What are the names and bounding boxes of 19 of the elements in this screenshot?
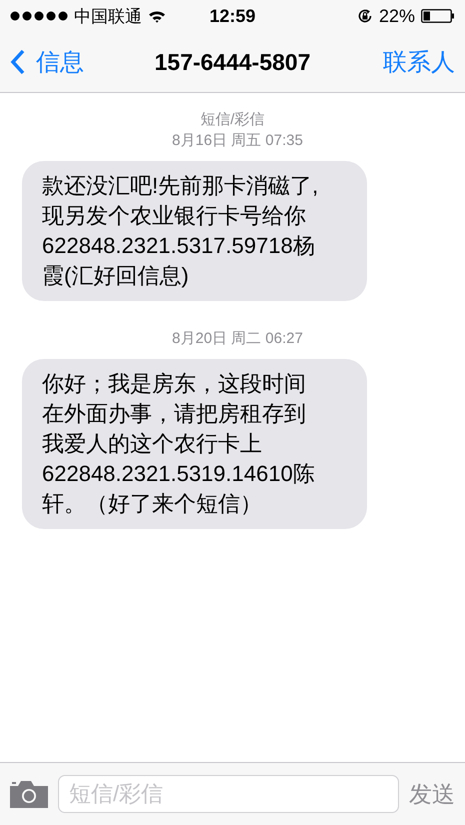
contact-number: 157-6444-5807 [154,48,311,76]
message-bubble: 款还没汇吧!先前那卡消磁了,现另发个农业银行卡号给你622848.2321.5317.59718杨霞(汇好回信息) [22,161,367,301]
signal-icon [10,11,68,21]
contact-button[interactable]: 联系人 [335,46,455,78]
wifi-icon [148,10,166,22]
battery-icon [420,9,455,23]
camera-icon[interactable] [10,780,48,808]
message-input[interactable]: 短信/彩信 [58,775,399,813]
battery-percent: 22% [378,6,415,26]
carrier-name: 中国联通 [74,6,142,28]
rotation-lock-icon [356,8,373,24]
send-button[interactable]: 发送 [409,778,455,810]
message-bubble: 你好；我是房东，这段时间在外面办事，请把房租存到我爱人的这个农行卡上622848.2321.5319.14610陈轩。（好了来个短信） [22,359,367,529]
thread-label: 短信/彩信 [200,111,265,129]
message-timestamp: 8月20日 周二 06:27 [171,329,303,349]
chevron-left-icon [10,49,26,75]
back-button[interactable]: 信息 [10,46,130,78]
message-timestamp: 8月16日 周五 07:35 [171,131,303,151]
clock-time: 12:59 [209,6,256,26]
